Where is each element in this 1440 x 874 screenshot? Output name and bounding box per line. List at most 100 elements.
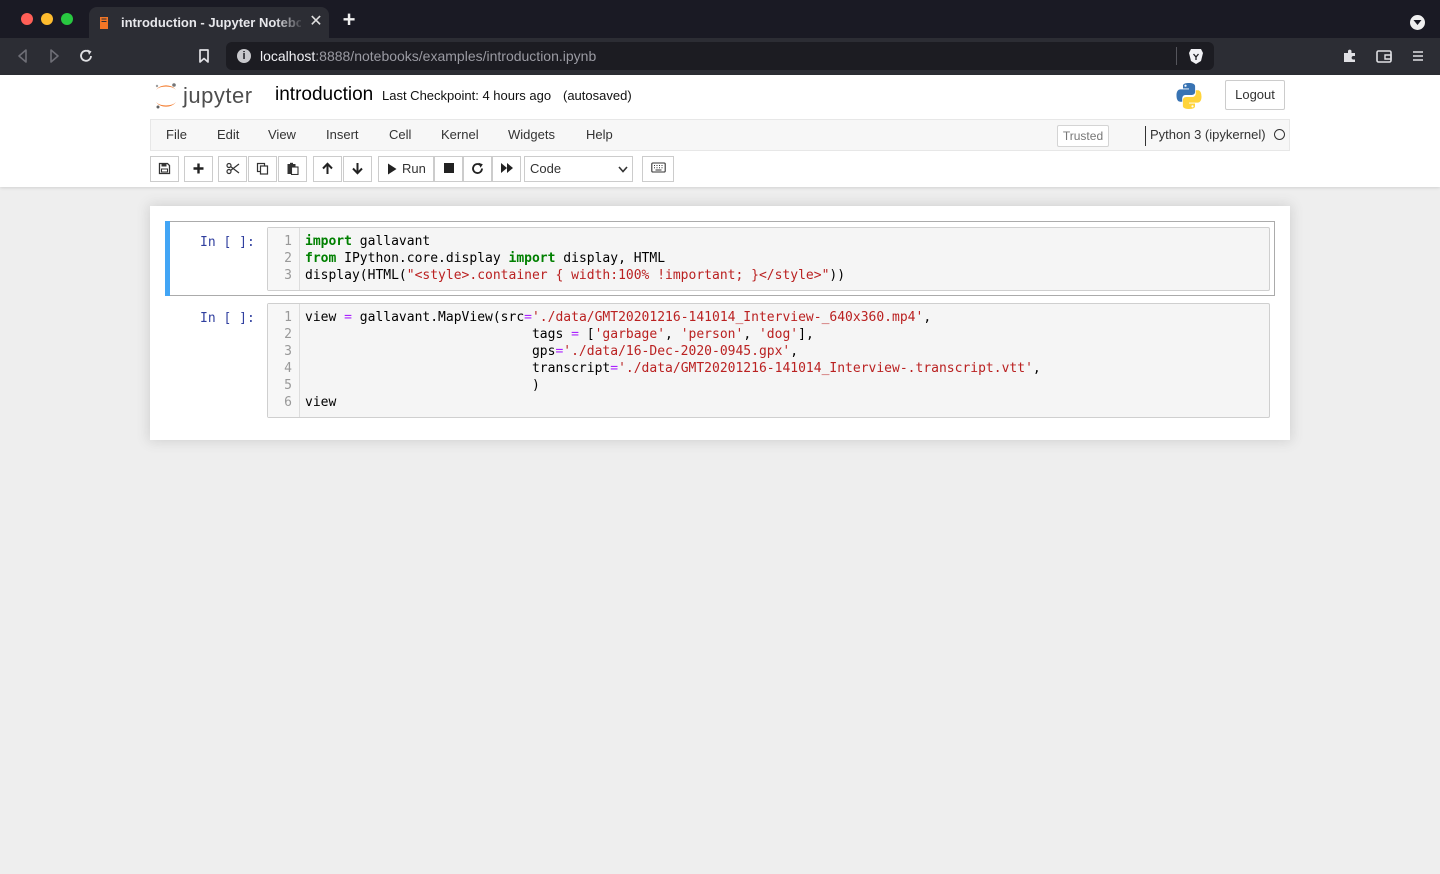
close-window-button[interactable] (21, 13, 33, 25)
jupyter-logo[interactable]: jupyter (152, 81, 262, 111)
line-number: 3 (284, 268, 292, 283)
code-token: view (305, 310, 345, 325)
menubar: File Edit View Insert Cell Kernel Widget… (150, 119, 1290, 151)
menu-file[interactable]: File (166, 127, 187, 142)
menu-insert[interactable]: Insert (326, 127, 359, 142)
cell-type-select[interactable]: Code (524, 156, 633, 182)
code-token-op: = (610, 361, 619, 376)
paste-cell-button[interactable] (278, 156, 307, 182)
url-text[interactable]: localhost:8888/notebooks/examples/introd… (260, 48, 596, 66)
tab-list-dropdown-icon[interactable] (1410, 15, 1425, 30)
extensions-icon[interactable] (1341, 47, 1359, 65)
line-number: 4 (284, 361, 292, 376)
code-token-str: 'person' (680, 327, 744, 342)
site-info-icon[interactable]: i (237, 49, 251, 63)
run-cell-button[interactable]: Run (378, 156, 434, 182)
url-host: localhost (260, 48, 316, 64)
url-divider (1176, 47, 1177, 65)
code-token-op: = (524, 310, 532, 325)
stop-icon (443, 163, 454, 173)
play-icon (388, 163, 397, 175)
selected-cell-indicator (165, 221, 170, 296)
last-checkpoint[interactable]: Last Checkpoint: 4 hours ago (382, 88, 551, 103)
copy-cell-button[interactable] (248, 156, 277, 182)
kernel-name[interactable]: Python 3 (ipykernel) (1150, 127, 1266, 142)
command-palette-button[interactable] (642, 156, 674, 182)
brave-shields-icon[interactable] (1188, 47, 1204, 65)
code-cell-1[interactable]: In [ ]: 1 import gallavant 2 from IPython.c… (165, 221, 1275, 296)
restart-run-all-button[interactable] (492, 156, 521, 182)
copy-icon (256, 162, 269, 175)
code-text: view = gallavant.MapView(src='./data/GMT… (305, 309, 931, 326)
keyboard-icon (650, 162, 666, 173)
interrupt-kernel-button[interactable] (434, 156, 463, 182)
cut-cell-button[interactable] (218, 156, 247, 182)
code-text: transcript='./data/GMT20201216-141014_In… (305, 360, 1041, 377)
minimize-window-button[interactable] (41, 13, 53, 25)
code-cell-2[interactable]: In [ ]: 1 view = gallavant.MapView(src='.… (165, 297, 1275, 419)
code-token-str: './data/16-Dec-2020-0945.gpx' (563, 344, 791, 359)
move-cell-up-button[interactable] (313, 156, 342, 182)
new-tab-button[interactable]: + (339, 9, 359, 31)
code-token: , (665, 327, 681, 342)
code-text: from IPython.core.display import display… (305, 250, 665, 267)
browser-menu-icon[interactable] (1409, 47, 1427, 65)
restart-kernel-button[interactable] (463, 156, 492, 182)
code-token-str: 'garbage' (594, 327, 666, 342)
cell-prompt: In [ ]: (200, 311, 255, 326)
code-token-str: './data/GMT20201216-141014_Interview-.tr… (618, 361, 1033, 376)
chevron-down-icon (618, 166, 628, 173)
browser-titlebar: introduction - Jupyter Notebook ✕ + (0, 0, 1440, 38)
code-token-kw: import (305, 234, 352, 249)
notebook-name[interactable]: introduction (275, 84, 373, 106)
line-number: 1 (284, 310, 292, 325)
line-number: 5 (284, 378, 292, 393)
code-token: IPython.core.display (336, 251, 509, 266)
fast-forward-icon (500, 163, 513, 173)
code-token: , (790, 344, 799, 359)
logout-button[interactable]: Logout (1225, 80, 1285, 110)
code-token: transcript (305, 361, 611, 376)
code-editor[interactable]: 1 import gallavant 2 from IPython.core.disp… (267, 227, 1270, 291)
tab-title-fade (275, 11, 305, 33)
menu-view[interactable]: View (268, 127, 296, 142)
wallet-icon[interactable] (1375, 47, 1393, 65)
plus-icon (193, 163, 204, 174)
move-cell-down-button[interactable] (343, 156, 372, 182)
forward-icon[interactable] (45, 47, 63, 65)
menu-edit[interactable]: Edit (217, 127, 239, 142)
menu-widgets[interactable]: Widgets (508, 127, 555, 142)
back-icon[interactable] (14, 47, 32, 65)
notebook-favicon-icon (100, 17, 108, 29)
reload-icon[interactable] (77, 47, 95, 65)
trusted-indicator[interactable]: Trusted (1057, 125, 1109, 147)
maximize-window-button[interactable] (61, 13, 73, 25)
code-text: ) (305, 377, 540, 394)
menu-cell[interactable]: Cell (389, 127, 411, 142)
url-path: :8888/notebooks/examples/introduction.ip… (315, 48, 597, 64)
bookmark-icon[interactable] (195, 47, 213, 65)
code-text: gps='./data/16-Dec-2020-0945.gpx', (305, 343, 798, 360)
code-token-op: = (571, 327, 579, 342)
code-text: import gallavant (305, 233, 430, 250)
line-number: 2 (284, 327, 292, 342)
autosave-status: (autosaved) (563, 88, 632, 103)
browser-tab-active[interactable]: introduction - Jupyter Notebook ✕ (89, 7, 329, 38)
browser-navbar: i localhost:8888/notebooks/examples/intr… (0, 38, 1440, 75)
save-icon (158, 162, 171, 175)
jupyter-header: jupyter introduction Last Checkpoint: 4 … (0, 75, 1440, 187)
code-token: display(HTML( (305, 268, 407, 283)
code-editor[interactable]: 1 view = gallavant.MapView(src='./data/GM… (267, 303, 1270, 418)
insert-cell-button[interactable] (184, 156, 213, 182)
tab-close-icon[interactable]: ✕ (308, 13, 324, 31)
save-button[interactable] (150, 156, 179, 182)
menu-help[interactable]: Help (586, 127, 613, 142)
code-token: [ (578, 327, 595, 342)
menu-kernel[interactable]: Kernel (441, 127, 479, 142)
line-number: 2 (284, 251, 292, 266)
python-logo-icon (1176, 83, 1202, 109)
code-text: display(HTML("<style>.container { width:… (305, 267, 845, 284)
address-bar[interactable]: i localhost:8888/notebooks/examples/intr… (226, 42, 1214, 70)
arrow-up-icon (322, 162, 333, 174)
line-number: 1 (284, 234, 292, 249)
